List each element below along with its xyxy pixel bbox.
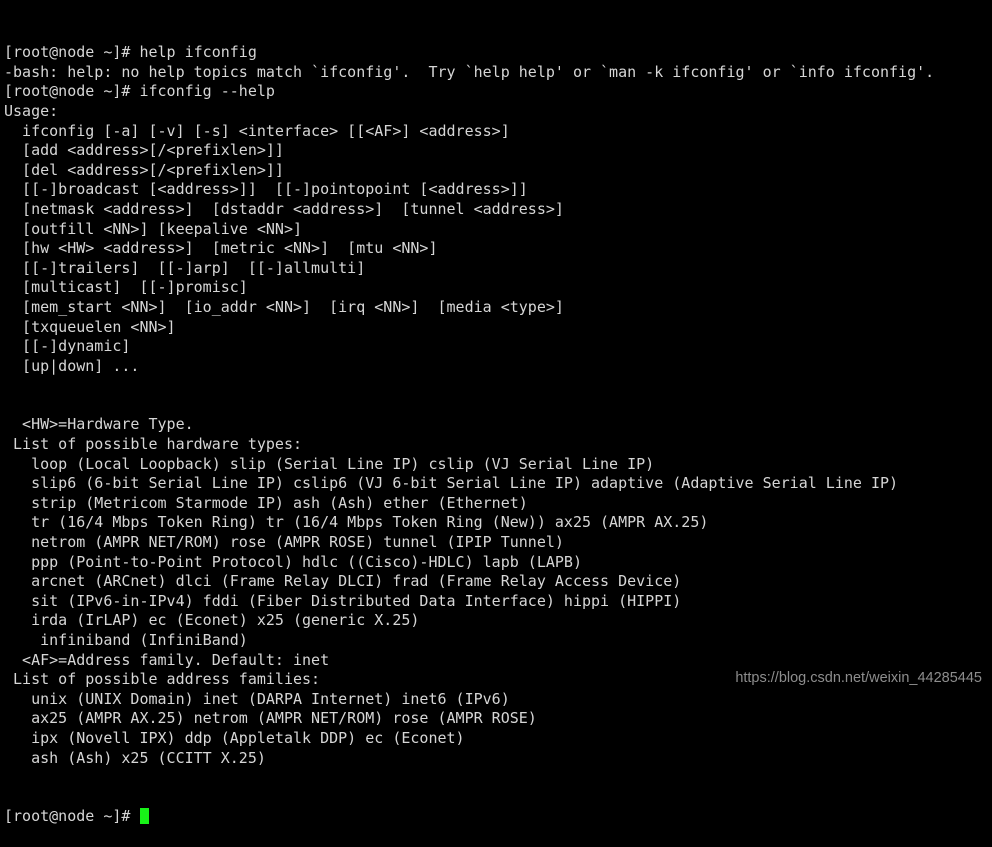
terminal-line: Usage: (4, 101, 59, 120)
terminal-cursor (140, 808, 150, 825)
terminal-line: loop (Local Loopback) slip (Serial Line … (4, 454, 655, 473)
terminal-line: List of possible address families: (4, 670, 321, 689)
terminal-line: tr (16/4 Mbps Token Ring) tr (16/4 Mbps … (4, 513, 709, 532)
terminal-line: unix (UNIX Domain) inet (DARPA Internet)… (4, 689, 510, 708)
terminal-line: sit (IPv6-in-IPv4) fddi (Fiber Distribut… (4, 591, 682, 610)
terminal-line: <AF>=Address family. Default: inet (4, 650, 330, 669)
terminal-line: List of possible hardware types: (4, 435, 303, 454)
terminal-line: [[-]trailers] [[-]arp] [[-]allmulti] (4, 258, 366, 277)
terminal-line: strip (Metricom Starmode IP) ash (Ash) e… (4, 493, 528, 512)
terminal-line: [mem_start <NN>] [io_addr <NN>] [irq <NN… (4, 297, 564, 316)
shell-prompt: [root@node ~]# (4, 807, 140, 826)
terminal-active-prompt-line[interactable]: [root@node ~]# (4, 807, 992, 827)
terminal-line: ash (Ash) x25 (CCITT X.25) (4, 748, 266, 767)
terminal-line: [del <address>[/<prefixlen>]] (4, 160, 284, 179)
terminal-line: ipx (Novell IPX) ddp (Appletalk DDP) ec … (4, 728, 465, 747)
terminal-line: irda (IrLAP) ec (Econet) x25 (generic X.… (4, 611, 420, 630)
terminal-line: [outfill <NN>] [keepalive <NN>] (4, 219, 303, 238)
terminal-line: ppp (Point-to-Point Protocol) hdlc ((Cis… (4, 552, 582, 571)
terminal-line: [txqueuelen <NN>] (4, 317, 176, 336)
terminal-screen[interactable]: [root@node ~]# help ifconfig -bash: help:… (0, 0, 992, 825)
terminal-line: [multicast] [[-]promisc] (4, 278, 248, 297)
terminal-line: [hw <HW> <address>] [metric <NN>] [mtu <… (4, 239, 438, 258)
terminal-line: [[-]broadcast [<address>]] [[-]pointopoi… (4, 180, 528, 199)
terminal-line: [root@node ~]# ifconfig --help (4, 82, 275, 101)
terminal-line: <HW>=Hardware Type. (4, 415, 194, 434)
terminal-line: [add <address>[/<prefixlen>]] (4, 141, 284, 160)
terminal-line: infiniband (InfiniBand) (4, 631, 248, 649)
terminal-line: [up|down] ... (4, 356, 140, 375)
terminal-line: ifconfig [-a] [-v] [-s] <interface> [[<A… (4, 121, 510, 140)
terminal-line: arcnet (ARCnet) dlci (Frame Relay DLCI) … (4, 572, 682, 591)
terminal-line: [netmask <address>] [dstaddr <address>] … (4, 199, 564, 218)
terminal-line: netrom (AMPR NET/ROM) rose (AMPR ROSE) t… (4, 533, 564, 552)
terminal-line: ax25 (AMPR AX.25) netrom (AMPR NET/ROM) … (4, 709, 537, 728)
terminal-line: -bash: help: no help topics match `ifcon… (4, 62, 935, 81)
terminal-output: [root@node ~]# help ifconfig -bash: help:… (4, 43, 992, 768)
terminal-line: [root@node ~]# help ifconfig (4, 43, 257, 62)
terminal-line: [[-]dynamic] (4, 337, 131, 356)
terminal-line: slip6 (6-bit Serial Line IP) cslip6 (VJ … (4, 474, 899, 493)
